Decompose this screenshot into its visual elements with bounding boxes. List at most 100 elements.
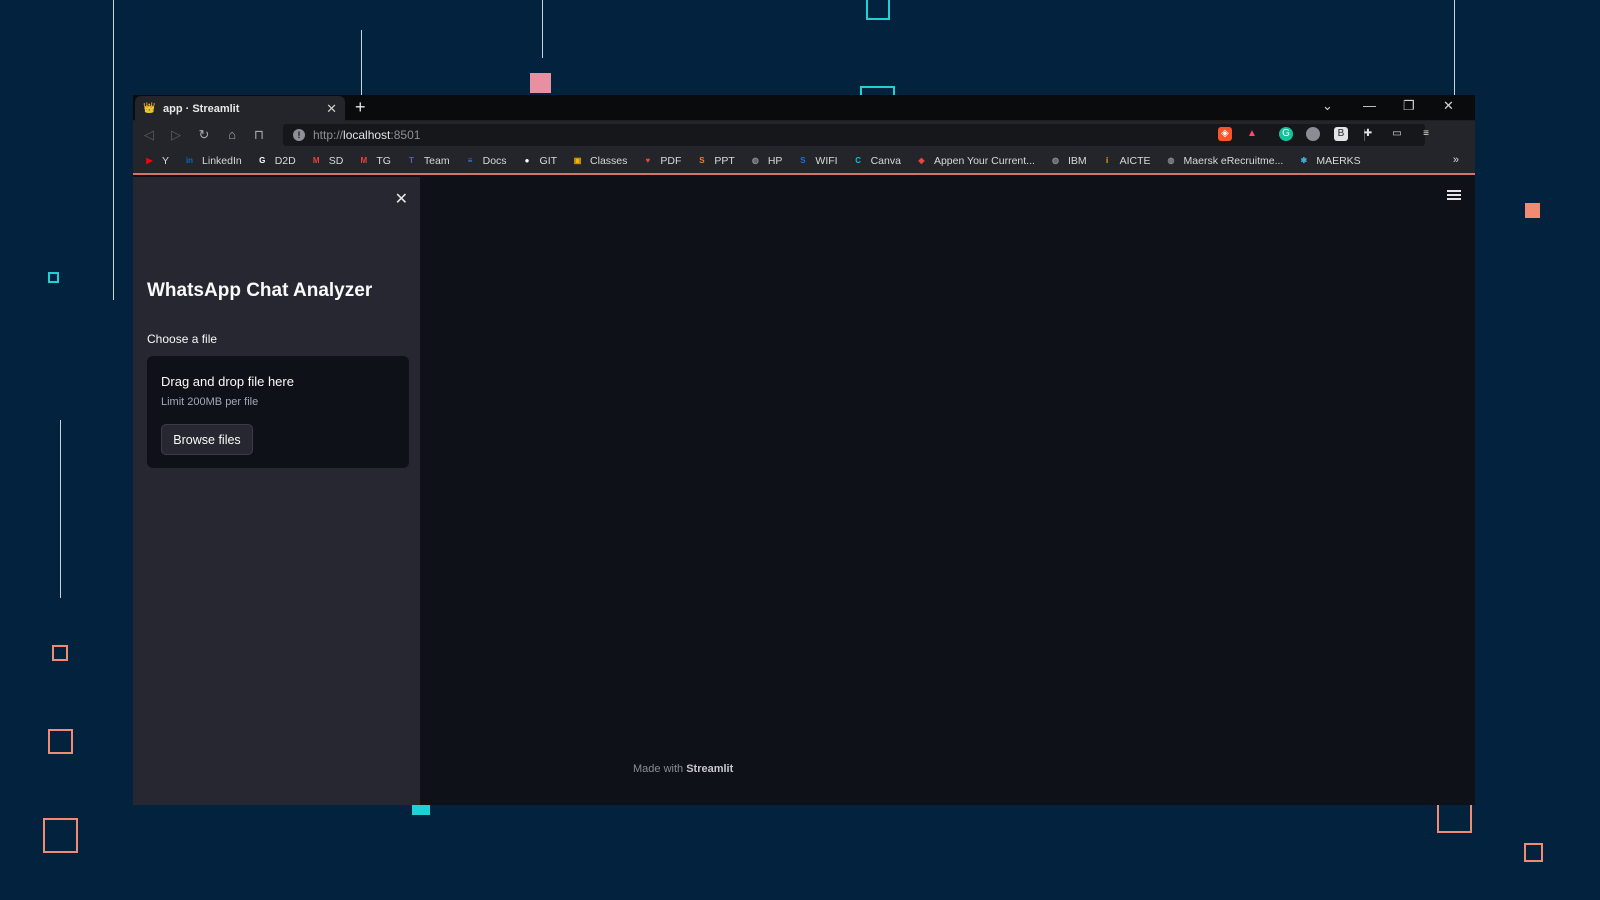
- deco-square: [43, 818, 78, 853]
- browser-menu-icon[interactable]: ≡: [1419, 127, 1433, 141]
- bookmark-label: MAERKS: [1316, 155, 1361, 167]
- new-tab-button[interactable]: +: [355, 97, 366, 117]
- forward-icon[interactable]: ▷: [168, 127, 184, 143]
- bookmark-item[interactable]: S PPT: [695, 155, 735, 167]
- canva-icon: C: [855, 156, 861, 165]
- bookmark-label: Y: [162, 155, 170, 167]
- classroom-icon: ▣: [573, 156, 582, 165]
- tab-app-streamlit[interactable]: 👑 app · Streamlit ✕: [135, 96, 345, 121]
- deco-square: [1437, 805, 1472, 833]
- brave-rewards-icon[interactable]: ▲: [1245, 127, 1259, 141]
- url-protocol: http://: [313, 128, 344, 142]
- tab-search-dropdown-icon[interactable]: ⌄: [1322, 98, 1333, 114]
- sidebar: ✕ WhatsApp Chat Analyzer Choose a file D…: [133, 177, 420, 805]
- gmail-icon: M: [360, 156, 368, 165]
- home-icon[interactable]: ⌂: [224, 127, 240, 142]
- deco-square: [530, 73, 551, 93]
- footer: Made with Streamlit: [633, 763, 733, 775]
- deco-square: [866, 0, 890, 20]
- bookmark-label: Team: [423, 155, 450, 167]
- window-close-button[interactable]: ✕: [1443, 98, 1454, 114]
- deco-square: [48, 729, 73, 754]
- url-port: :8501: [390, 128, 421, 142]
- reload-icon[interactable]: ↻: [196, 127, 212, 143]
- streamlit-favicon-icon: 👑: [143, 102, 156, 114]
- bookmark-label: AICTE: [1119, 155, 1151, 167]
- bookmark-label: Docs: [482, 155, 507, 167]
- bookmark-item[interactable]: G D2D: [256, 155, 296, 167]
- deco-square: [48, 272, 59, 283]
- aicte-icon: i: [1106, 156, 1109, 165]
- bookmark-item[interactable]: ◍ IBM: [1049, 155, 1087, 167]
- bookmark-icon[interactable]: ⊓: [251, 127, 267, 143]
- tab-close-icon[interactable]: ✕: [326, 101, 337, 117]
- url-host: localhost: [343, 128, 391, 142]
- bookmark-item[interactable]: ▣ Classes: [571, 155, 628, 167]
- pdf-icon: ♥: [645, 156, 651, 165]
- linkedin-icon: in: [185, 156, 194, 165]
- bookmark-label: LinkedIn: [202, 155, 242, 167]
- bookmark-item[interactable]: S WIFI: [796, 155, 837, 167]
- bookmark-item[interactable]: T Team: [405, 155, 450, 167]
- bookmark-item[interactable]: ◍ HP: [749, 155, 783, 167]
- brave-shield-icon[interactable]: ◈: [1218, 127, 1232, 141]
- bookmark-item[interactable]: i AICTE: [1101, 155, 1151, 167]
- file-dropzone[interactable]: Drag and drop file here Limit 200MB per …: [147, 356, 409, 468]
- bookmark-item[interactable]: ≡ Docs: [464, 155, 507, 167]
- bookmark-label: IBM: [1067, 155, 1087, 167]
- site-info-icon[interactable]: !: [293, 129, 305, 141]
- youtube-icon: ▶: [146, 156, 153, 165]
- file-uploader-label: Choose a file: [147, 332, 218, 346]
- deco-line: [542, 0, 543, 58]
- bookmark-item[interactable]: ♥ PDF: [641, 155, 682, 167]
- footer-brand-link[interactable]: Streamlit: [686, 763, 733, 775]
- grammarly-icon[interactable]: G: [1279, 127, 1293, 141]
- ppt-icon: S: [699, 156, 705, 165]
- sidebar-close-icon[interactable]: ✕: [395, 189, 408, 209]
- bookmark-label: Classes: [590, 155, 628, 167]
- bookmark-item[interactable]: ▶ Y: [143, 155, 169, 167]
- globe-extension-icon[interactable]: [1306, 127, 1320, 141]
- minimize-button[interactable]: —: [1363, 98, 1376, 113]
- hamburger-menu-icon[interactable]: [1447, 190, 1461, 202]
- bookmark-label: D2D: [274, 155, 296, 167]
- bookmark-label: Appen Your Current...: [933, 155, 1035, 167]
- streamlit-app: ✕ WhatsApp Chat Analyzer Choose a file D…: [133, 177, 1475, 805]
- browser-window: 👑 app · Streamlit ✕ + ⌄ — ❐ ✕ ◁ ▷ ↻ ⌂ ⊓ …: [133, 95, 1475, 805]
- bookmarks-bar: ▶ Yin LinkedIn G D2D M SD M TG T Team ≡ Docs ● GIT ▣ Cla…: [133, 149, 1475, 175]
- deco-square: [412, 805, 430, 815]
- bookmark-item[interactable]: in LinkedIn: [183, 155, 242, 167]
- extensions-puzzle-icon[interactable]: ✚: [1361, 127, 1375, 141]
- wifi-icon: S: [800, 156, 806, 165]
- github-icon: ●: [524, 156, 530, 165]
- bookmark-item[interactable]: M TG: [357, 155, 390, 167]
- globe-icon: ◍: [1051, 156, 1059, 165]
- back-icon[interactable]: ◁: [141, 127, 157, 143]
- bookmark-item[interactable]: ◆ Appen Your Current...: [915, 155, 1035, 167]
- globe-icon: ◍: [751, 156, 759, 165]
- footer-prefix: Made with: [633, 763, 687, 775]
- bookmarks-more-icon[interactable]: »: [1453, 154, 1459, 166]
- bookmark-label: PPT: [714, 155, 735, 167]
- bookmark-item[interactable]: ◍ Maersk eRecruitme...: [1165, 155, 1284, 167]
- bookmark-label: Canva: [870, 155, 901, 167]
- wallet-icon[interactable]: ▭: [1390, 127, 1404, 141]
- extension-box-icon[interactable]: B: [1334, 127, 1348, 141]
- bookmark-item[interactable]: ● GIT: [521, 155, 558, 167]
- docs-icon: ≡: [467, 156, 473, 165]
- deco-square: [1524, 843, 1543, 862]
- restore-button[interactable]: ❐: [1403, 98, 1415, 114]
- bookmark-item[interactable]: M SD: [310, 155, 343, 167]
- browse-files-button[interactable]: Browse files: [161, 424, 253, 455]
- teams-icon: T: [408, 156, 414, 165]
- tab-bar: 👑 app · Streamlit ✕ + ⌄ — ❐ ✕: [133, 95, 1475, 121]
- deco-line: [113, 0, 114, 300]
- bookmark-label: GIT: [539, 155, 558, 167]
- bookmark-label: PDF: [660, 155, 682, 167]
- deco-line: [361, 30, 362, 95]
- browser-toolbar: ◁ ▷ ↻ ⌂ ⊓ ! http://localhost:8501 ◈ ▲ G …: [133, 121, 1475, 149]
- bookmark-label: WIFI: [815, 155, 838, 167]
- bookmark-item[interactable]: C Canva: [852, 155, 901, 167]
- deco-line: [60, 420, 61, 598]
- bookmark-item[interactable]: ✱ MAERKS: [1297, 155, 1360, 167]
